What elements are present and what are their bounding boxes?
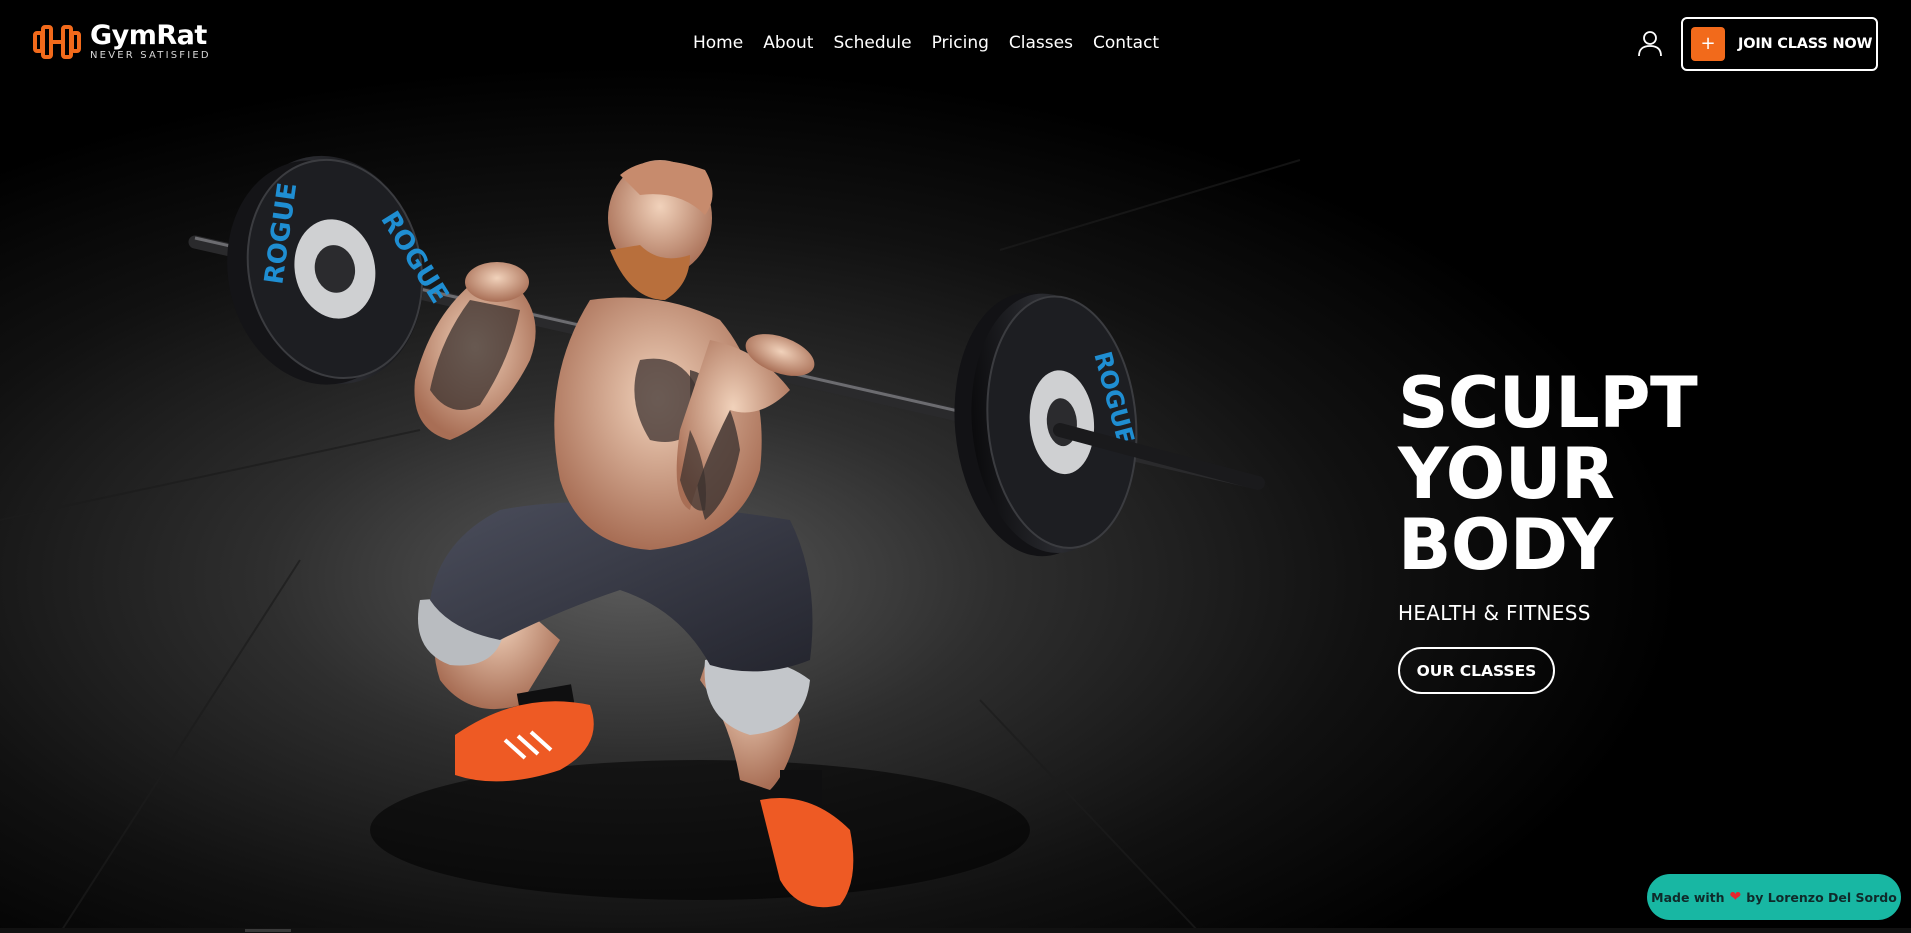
hero-title: SCULPT YOUR BODY — [1398, 362, 1698, 586]
site-header: GymRat NEVER SATISFIED Home About Schedu… — [0, 0, 1911, 88]
main-nav: Home About Schedule Pricing Classes Cont… — [683, 30, 1169, 56]
nav-home[interactable]: Home — [683, 30, 753, 56]
credit-author: by Lorenzo Del Sordo — [1746, 889, 1897, 905]
join-class-label: JOIN CLASS NOW — [1738, 36, 1873, 52]
nav-about[interactable]: About — [753, 30, 823, 56]
dumbbell-icon — [33, 25, 81, 59]
plus-icon: + — [1691, 27, 1725, 61]
our-classes-button[interactable]: OUR CLASSES — [1398, 647, 1555, 694]
credit-prefix: Made with — [1651, 889, 1725, 905]
user-icon[interactable] — [1636, 29, 1664, 57]
nav-schedule[interactable]: Schedule — [823, 30, 921, 56]
brand-tagline: NEVER SATISFIED — [90, 50, 211, 61]
brand-name: GymRat — [90, 20, 207, 51]
nav-classes[interactable]: Classes — [999, 30, 1083, 56]
hero-subtitle: HEALTH & FITNESS — [1398, 601, 1591, 625]
heart-icon: ❤ — [1729, 889, 1742, 905]
scrollbar-thumb[interactable] — [245, 929, 291, 932]
logo[interactable]: GymRat NEVER SATISFIED — [32, 22, 211, 62]
hero-content: SCULPT YOUR BODY HEALTH & FITNESS OUR CL… — [1398, 362, 1698, 694]
landing-page: ROGUE ROGUE ROGUE GymRat NEVER SATISFIED… — [0, 0, 1911, 933]
hero-title-line-1: SCULPT — [1398, 362, 1698, 444]
credit-badge[interactable]: Made with ❤ by Lorenzo Del Sordo — [1647, 874, 1901, 920]
nav-contact[interactable]: Contact — [1083, 30, 1169, 56]
nav-pricing[interactable]: Pricing — [922, 30, 999, 56]
join-class-button[interactable]: + JOIN CLASS NOW — [1681, 17, 1878, 71]
hero-title-line-3: BODY — [1398, 504, 1613, 586]
hero-title-line-2: YOUR — [1398, 433, 1615, 515]
